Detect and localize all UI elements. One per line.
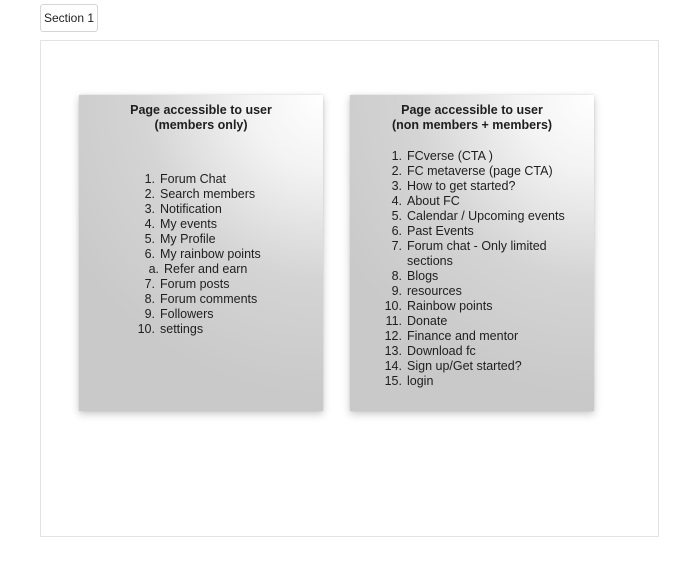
item-number: a. [148, 262, 159, 276]
item-number: 5. [391, 209, 402, 223]
item-number: 8. [391, 269, 402, 283]
item-number: 7. [391, 239, 402, 253]
item-number: 5. [144, 232, 155, 246]
sub-list-item: a. Refer and earn [131, 262, 261, 277]
item-number: 1. [391, 149, 402, 163]
item-number: 15. [384, 374, 402, 388]
item-label: Forum Chat [160, 172, 226, 186]
public-pages-list: 1. FCverse (CTA ) 2. FC metaverse (page CT… [378, 149, 568, 389]
item-number: 3. [144, 202, 155, 216]
item-label: Download fc [407, 344, 476, 358]
list-item: 4. About FC [378, 194, 568, 209]
list-item: 9. Followers [131, 307, 261, 322]
item-label: Notification [160, 202, 222, 216]
item-label: Rainbow points [407, 299, 493, 313]
item-number: 10. [384, 299, 402, 313]
item-number: 7. [144, 277, 155, 291]
item-number: 13. [384, 344, 402, 358]
list-item: 1. FCverse (CTA ) [378, 149, 568, 164]
list-item: 5. Calendar / Upcoming events [378, 209, 568, 224]
item-number: 2. [144, 187, 155, 201]
item-label: Forum comments [160, 292, 258, 306]
item-number: 14. [384, 359, 402, 373]
item-number: 9. [144, 307, 155, 321]
item-label: settings [160, 322, 204, 336]
item-number: 11. [385, 314, 402, 328]
item-label: Sign up/Get started? [407, 359, 522, 373]
list-item: 7. Forum posts [131, 277, 261, 292]
list-item: 4. My events [131, 217, 261, 232]
item-label: Blogs [407, 269, 439, 283]
members-only-pages-card[interactable]: Page accessible to user (members only) 1… [79, 95, 323, 411]
list-item: 2. Search members [131, 187, 261, 202]
list-item: 1. Forum Chat [131, 172, 261, 187]
list-item: 3. Notification [131, 202, 261, 217]
item-label: Refer and earn [164, 262, 248, 276]
members-pages-list: 1. Forum Chat 2. Search members 3. Notifica… [131, 172, 261, 337]
item-label: Calendar / Upcoming events [407, 209, 565, 223]
item-label: Search members [160, 187, 256, 201]
item-label: My Profile [160, 232, 216, 246]
item-label: About FC [407, 194, 460, 208]
list-item: 13. Download fc [378, 344, 568, 359]
item-label: How to get started? [407, 179, 516, 193]
item-number: 8. [144, 292, 155, 306]
card-title: Page accessible to user (members only) [130, 103, 272, 132]
item-number: 12. [384, 329, 402, 343]
item-label: FC metaverse (page CTA) [407, 164, 553, 178]
item-label: Forum chat - Only limited sections [407, 239, 547, 268]
item-label: Donate [407, 314, 448, 328]
list-item: 6. Past Events [378, 224, 568, 239]
list-item: 6. My rainbow points [131, 247, 261, 262]
list-item: 7. Forum chat - Only limited sections [378, 239, 568, 269]
list-item: 12. Finance and mentor [378, 329, 568, 344]
item-label: FCverse (CTA ) [407, 149, 493, 163]
list-item: 15. login [378, 374, 568, 389]
item-number: 6. [144, 247, 155, 261]
item-number: 9. [391, 284, 402, 298]
section-label[interactable]: Section 1 [40, 4, 98, 32]
list-item: 8. Blogs [378, 269, 568, 284]
item-number: 2. [391, 164, 402, 178]
item-label: resources [407, 284, 462, 298]
item-number: 4. [391, 194, 402, 208]
item-number: 4. [144, 217, 155, 231]
item-label: Forum posts [160, 277, 230, 291]
list-item: 10. Rainbow points [378, 299, 568, 314]
item-label: Followers [160, 307, 214, 321]
list-item: 9. resources [378, 284, 568, 299]
list-item: 2. FC metaverse (page CTA) [378, 164, 568, 179]
item-label: login [407, 374, 434, 388]
list-item: 8. Forum comments [131, 292, 261, 307]
list-item: 10. settings [131, 322, 261, 337]
item-number: 3. [391, 179, 402, 193]
item-number: 1. [144, 172, 155, 186]
list-item: 14. Sign up/Get started? [378, 359, 568, 374]
list-item: 3. How to get started? [378, 179, 568, 194]
card-title: Page accessible to user (non members + m… [391, 103, 553, 132]
item-number: 10. [137, 322, 155, 336]
item-number: 6. [391, 224, 402, 238]
item-label: My events [160, 217, 217, 231]
item-label: My rainbow points [160, 247, 261, 261]
list-item: 11. Donate [378, 314, 568, 329]
public-pages-card[interactable]: Page accessible to user (non members + m… [350, 95, 594, 411]
item-label: Past Events [407, 224, 474, 238]
list-item: 5. My Profile [131, 232, 261, 247]
item-label: Finance and mentor [407, 329, 519, 343]
canvas: Section 1 Page accessible to user (membe… [0, 0, 699, 577]
